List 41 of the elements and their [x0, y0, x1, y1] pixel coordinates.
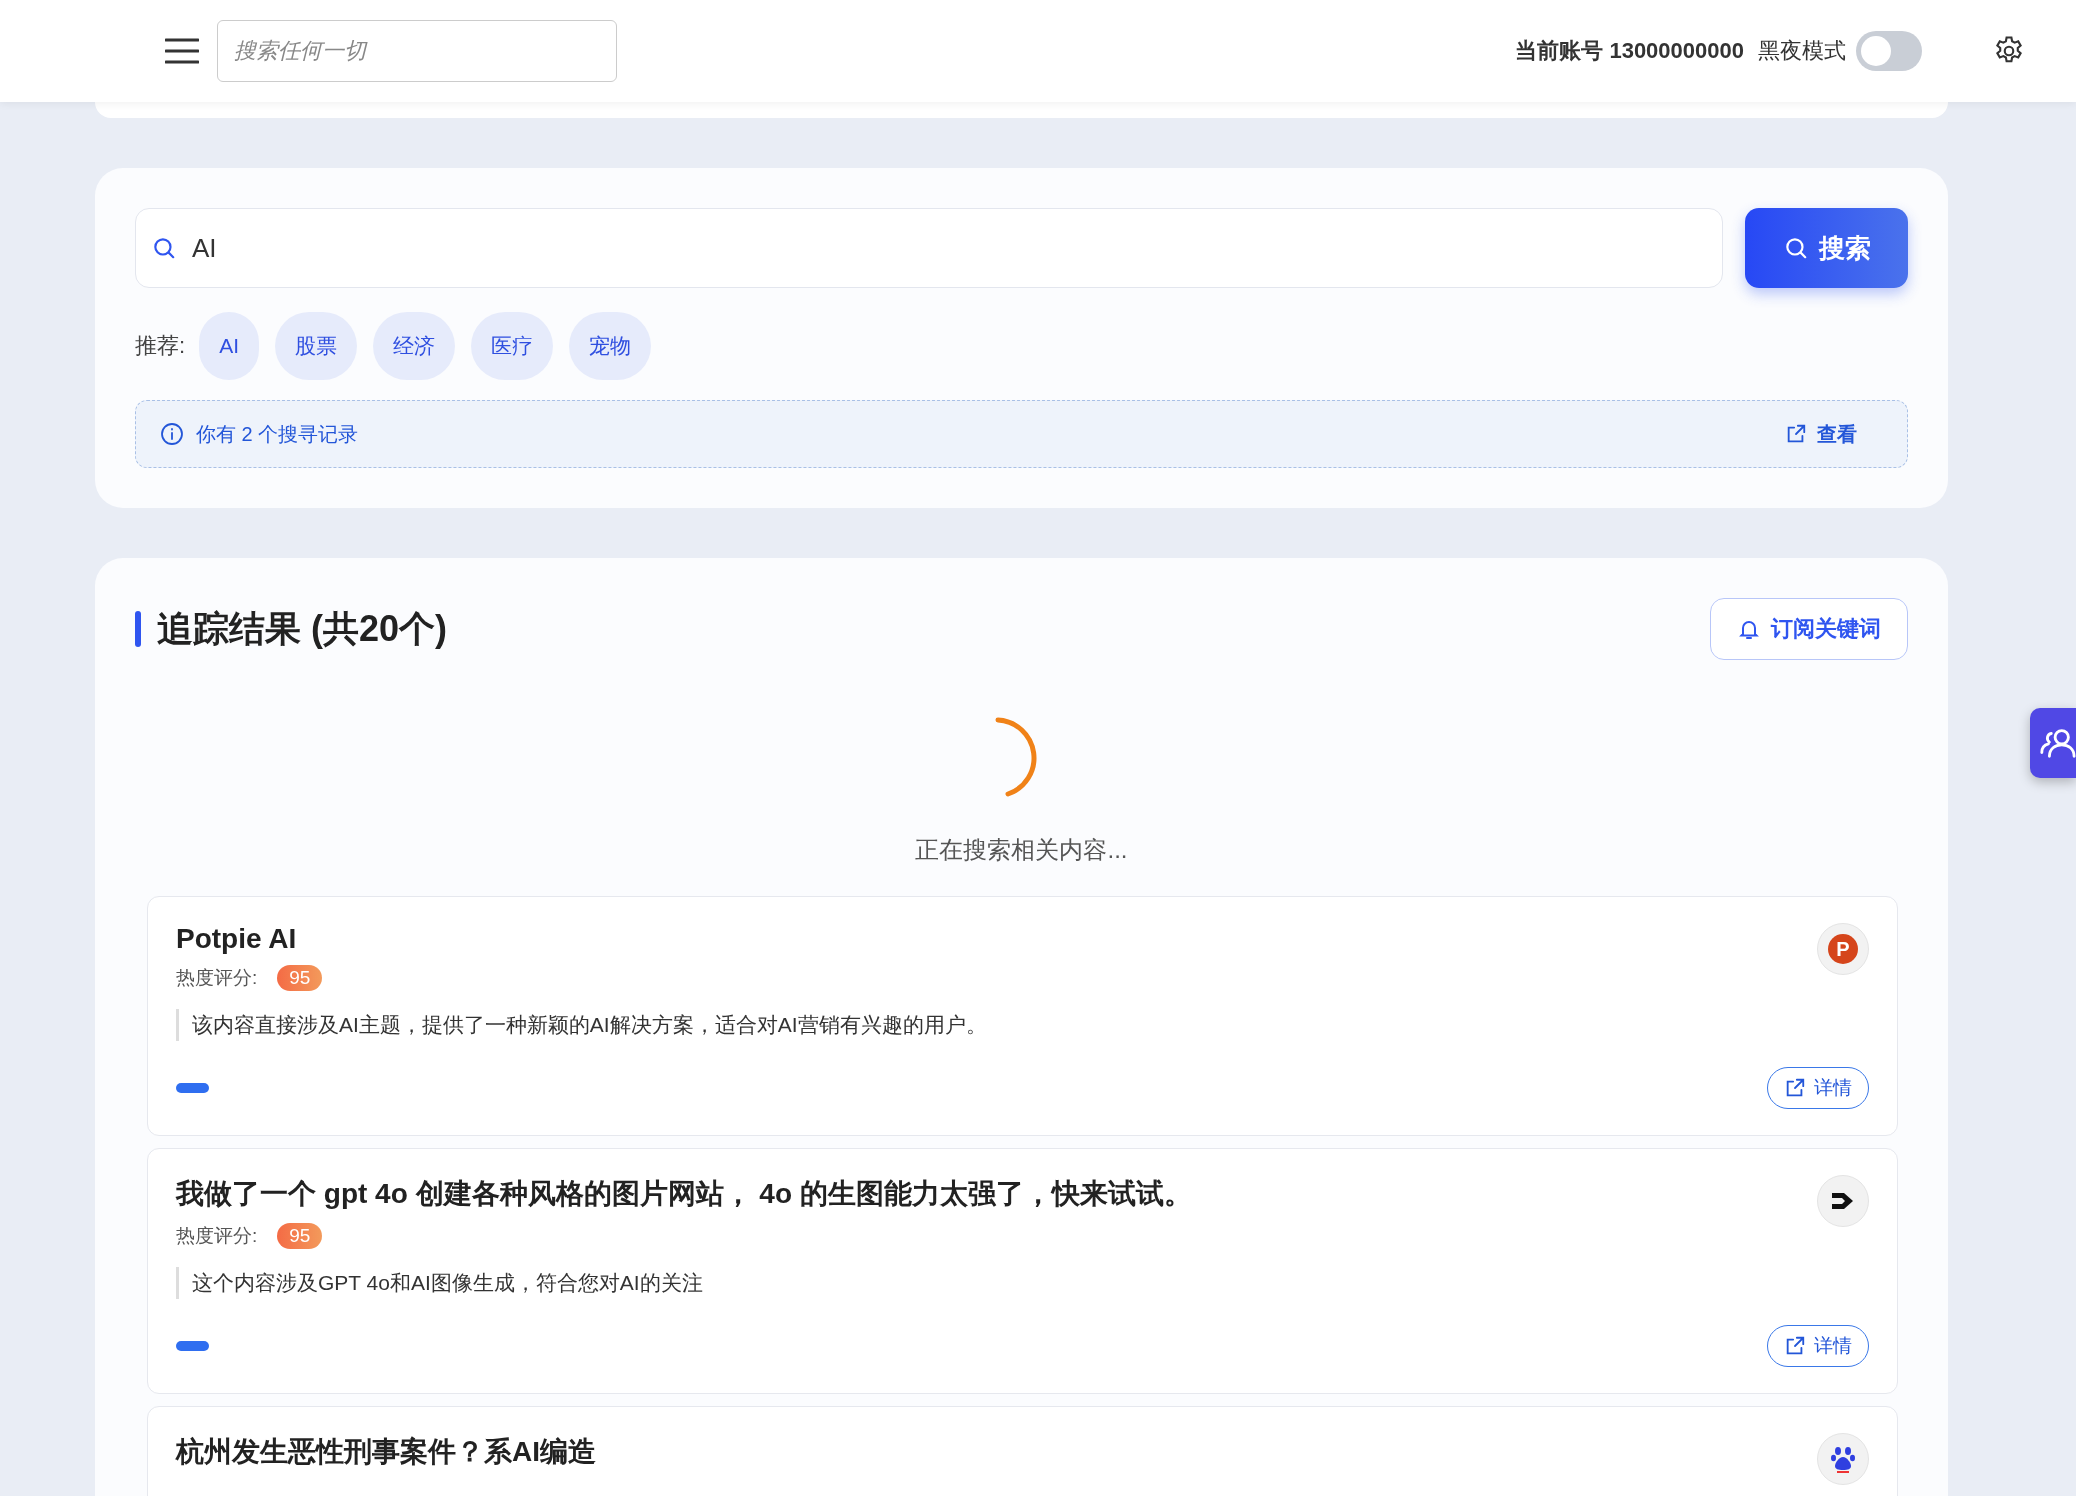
tag-bar — [176, 1341, 209, 1351]
suggestion-chip[interactable]: 医疗 — [470, 312, 553, 380]
summary-text: 该内容直接涉及AI主题，提供了一种新颖的AI解决方案，适合对AI营销有兴趣的用户。 — [176, 1009, 987, 1041]
view-link[interactable]: 查看 — [1785, 420, 1857, 448]
dark-mode-toggle[interactable] — [1856, 31, 1922, 71]
search-field[interactable]: AI — [135, 208, 1723, 288]
detail-button[interactable]: 详情 — [1767, 1067, 1869, 1109]
subscribe-button[interactable]: 订阅关键词 — [1710, 598, 1908, 660]
account-label: 当前账号 13000000000 — [1515, 37, 1744, 65]
users-icon[interactable] — [2030, 708, 2076, 778]
info-icon — [160, 422, 184, 446]
search-icon — [151, 235, 177, 261]
tag-bar — [176, 1083, 209, 1093]
menu-icon[interactable] — [165, 38, 199, 64]
suggestion-chip[interactable]: 经济 — [372, 312, 455, 380]
result-title: 杭州发生恶性刑事案件？系AI编造 — [176, 1435, 596, 1469]
score-label: 热度评分: — [176, 1224, 258, 1248]
source-logo: P — [1817, 923, 1869, 975]
summary-text: 这个内容涉及GPT 4o和AI图像生成，符合您对AI的关注 — [176, 1267, 1192, 1299]
result-title: 我做了一个 gpt 4o 创建各种风格的图片网站， 4o 的生图能力太强了，快来试试。 — [176, 1177, 1192, 1211]
suggest-label: 推荐: — [135, 332, 186, 360]
detail-button[interactable]: 详情 — [1767, 1325, 1869, 1367]
arrow-logo-icon — [1817, 1175, 1869, 1227]
external-link-icon — [1784, 1077, 1806, 1099]
score-badge: 95 — [277, 965, 323, 991]
search-field[interactable]: 搜索任何一切 — [217, 20, 617, 82]
score-label: 热度评分: — [176, 966, 258, 990]
search-button[interactable]: 搜索 — [1745, 208, 1908, 288]
accent-bar — [135, 611, 141, 647]
external-link-icon — [1785, 423, 1807, 445]
history-text: 你有 2 个搜寻记录 — [196, 421, 359, 447]
paw-logo-icon — [1817, 1433, 1869, 1485]
suggestion-chip[interactable]: 股票 — [274, 312, 357, 380]
loading-text: 正在搜索相关内容... — [915, 835, 1128, 865]
results-title: 追踪结果 (共20个) — [157, 606, 448, 651]
dark-mode-label: 黑夜模式 — [1758, 37, 1846, 65]
suggestion-chip[interactable]: 宠物 — [568, 312, 651, 380]
external-link-icon — [1784, 1335, 1806, 1357]
suggestion-chip[interactable]: AI — [199, 312, 259, 380]
score-badge: 95 — [277, 1223, 323, 1249]
result-title: Potpie AI — [176, 923, 298, 955]
